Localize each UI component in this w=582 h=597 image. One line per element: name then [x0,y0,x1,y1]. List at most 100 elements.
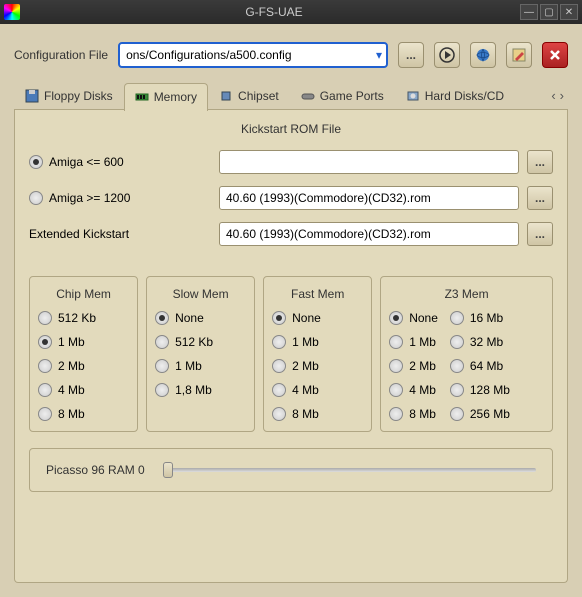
radio-slow-mem[interactable] [155,383,169,397]
z3-mem-option[interactable]: 64 Mb [450,359,510,373]
radio-z3-mem[interactable] [450,311,464,325]
edit-button[interactable] [506,42,532,68]
chip-mem-title: Chip Mem [38,287,129,301]
slow-mem-option[interactable]: 1 Mb [155,359,246,373]
radio-label: None [292,311,321,325]
amiga600-rom-input[interactable] [219,150,519,174]
radio-label: 512 Kb [58,311,96,325]
chip-mem-option[interactable]: 4 Mb [38,383,129,397]
tab-scroll-left[interactable]: ‹ [551,88,555,103]
radio-label: 1 Mb [292,335,319,349]
z3-mem-option[interactable]: 2 Mb [389,359,438,373]
maximize-button[interactable]: ▢ [540,4,558,20]
z3-mem-option[interactable]: 32 Mb [450,335,510,349]
floppy-icon [25,89,39,103]
web-button[interactable] [470,42,496,68]
app-icon [4,4,20,20]
radio-chip-mem[interactable] [38,311,52,325]
config-file-value: ons/Configurations/a500.config [126,48,291,62]
harddisk-icon [406,89,420,103]
amiga1200-rom-input[interactable]: 40.60 (1993)(Commodore)(CD32).rom [219,186,519,210]
radio-fast-mem[interactable] [272,311,286,325]
tab-memory[interactable]: Memory [124,83,208,111]
radio-slow-mem[interactable] [155,359,169,373]
radio-slow-mem[interactable] [155,335,169,349]
chip-mem-option[interactable]: 1 Mb [38,335,129,349]
radio-fast-mem[interactable] [272,407,286,421]
extended-rom-input[interactable]: 40.60 (1993)(Commodore)(CD32).rom [219,222,519,246]
browse-extended-button[interactable]: ... [527,222,553,246]
radio-amiga1200[interactable] [29,191,43,205]
chip-mem-option[interactable]: 512 Kb [38,311,129,325]
radio-z3-mem[interactable] [450,359,464,373]
radio-fast-mem[interactable] [272,383,286,397]
play-button[interactable] [434,42,460,68]
radio-z3-mem[interactable] [389,383,403,397]
fast-mem-option[interactable]: 4 Mb [272,383,363,397]
tab-game-ports[interactable]: Game Ports [290,82,395,110]
chip-mem-option[interactable]: 8 Mb [38,407,129,421]
extended-label: Extended Kickstart [29,227,129,241]
quit-button[interactable] [542,42,568,68]
play-icon [439,47,455,63]
z3-mem-option[interactable]: 128 Mb [450,383,510,397]
z3-mem-option[interactable]: 4 Mb [389,383,438,397]
fast-mem-option[interactable]: 1 Mb [272,335,363,349]
radio-chip-mem[interactable] [38,407,52,421]
slow-mem-option[interactable]: None [155,311,246,325]
radio-fast-mem[interactable] [272,359,286,373]
fast-mem-option[interactable]: 8 Mb [272,407,363,421]
slow-mem-option[interactable]: 1,8 Mb [155,383,246,397]
chip-mem-option[interactable]: 2 Mb [38,359,129,373]
radio-z3-mem[interactable] [389,407,403,421]
ellipsis-icon: ... [406,48,416,62]
radio-label: 16 Mb [470,311,503,325]
config-file-label: Configuration File [14,48,108,62]
dropdown-arrow-icon: ▾ [376,48,382,62]
radio-label: 512 Kb [175,335,213,349]
picasso-slider[interactable] [163,468,536,472]
radio-z3-mem[interactable] [389,359,403,373]
z3-mem-option[interactable]: 8 Mb [389,407,438,421]
ellipsis-icon: ... [535,155,545,169]
fast-mem-option[interactable]: 2 Mb [272,359,363,373]
picasso-group: Picasso 96 RAM 0 [29,448,553,492]
radio-chip-mem[interactable] [38,383,52,397]
z3-mem-option[interactable]: 1 Mb [389,335,438,349]
slider-thumb[interactable] [163,462,173,478]
tab-chipset[interactable]: Chipset [208,82,290,110]
minimize-button[interactable]: — [520,4,538,20]
radio-z3-mem[interactable] [450,383,464,397]
radio-fast-mem[interactable] [272,335,286,349]
close-window-button[interactable]: ✕ [560,4,578,20]
slow-mem-option[interactable]: 512 Kb [155,335,246,349]
radio-z3-mem[interactable] [450,335,464,349]
browse-amiga1200-button[interactable]: ... [527,186,553,210]
radio-z3-mem[interactable] [450,407,464,421]
config-file-combo[interactable]: ons/Configurations/a500.config ▾ [118,42,388,68]
radio-z3-mem[interactable] [389,311,403,325]
titlebar[interactable]: G-FS-UAE — ▢ ✕ [0,0,582,24]
radio-slow-mem[interactable] [155,311,169,325]
tab-bar: Floppy Disks Memory Chipset Game Ports H… [14,82,568,110]
tab-floppy-disks[interactable]: Floppy Disks [14,82,124,110]
radio-label: 8 Mb [58,407,85,421]
z3-mem-option[interactable]: 256 Mb [450,407,510,421]
radio-amiga600[interactable] [29,155,43,169]
browse-config-button[interactable]: ... [398,42,424,68]
tab-label: Hard Disks/CD [425,89,504,103]
radio-label: 4 Mb [292,383,319,397]
rom-row-amiga1200: Amiga >= 1200 40.60 (1993)(Commodore)(CD… [29,186,553,210]
app-window: G-FS-UAE — ▢ ✕ Configuration File ons/Co… [0,0,582,597]
z3-mem-option[interactable]: 16 Mb [450,311,510,325]
radio-chip-mem[interactable] [38,359,52,373]
tab-hard-disks[interactable]: Hard Disks/CD [395,82,515,110]
radio-z3-mem[interactable] [389,335,403,349]
radio-chip-mem[interactable] [38,335,52,349]
z3-mem-option[interactable]: None [389,311,438,325]
radio-label: 1 Mb [175,359,202,373]
radio-label: 256 Mb [470,407,510,421]
tab-scroll-right[interactable]: › [560,88,564,103]
fast-mem-option[interactable]: None [272,311,363,325]
browse-amiga600-button[interactable]: ... [527,150,553,174]
